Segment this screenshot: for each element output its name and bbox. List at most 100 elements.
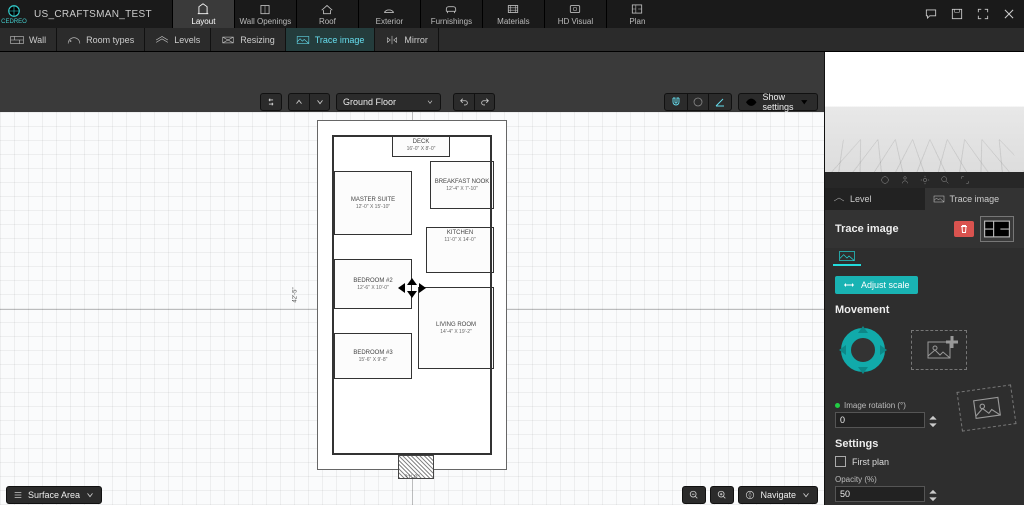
project-title: US_CRAFTSMAN_TEST — [28, 0, 172, 28]
floor-select[interactable]: Ground Floor — [336, 93, 441, 111]
floor-stepper[interactable] — [288, 93, 330, 111]
main-tabs: Layout Wall Openings Roof Exterior Furni… — [172, 0, 668, 28]
panel-subtab-image[interactable] — [833, 248, 861, 266]
snap-magnet-icon[interactable] — [665, 94, 687, 110]
zoom-in-button[interactable] — [710, 486, 734, 504]
overall-depth: 42'-5" — [293, 287, 299, 302]
dpad-left-icon[interactable] — [839, 345, 846, 355]
panel-tab-trace-image[interactable]: Trace image — [925, 188, 1024, 210]
content-row: Ground Floor Show settings — [0, 52, 1024, 505]
first-plan-checkbox[interactable] — [835, 456, 846, 467]
trace-thumbnail[interactable] — [980, 216, 1014, 242]
right-column: Level Trace image Trace image — [824, 52, 1024, 505]
chat-icon[interactable] — [922, 5, 940, 23]
tool-room-types[interactable]: Room types — [57, 28, 145, 51]
panel-tab-level[interactable]: Level — [825, 188, 925, 210]
stepper-down-icon[interactable] — [929, 494, 939, 501]
stepper-up-icon[interactable] — [929, 487, 939, 494]
canvas[interactable]: DECK16'-0" X 8'-0" MASTER SUITE12'-0" X … — [0, 112, 824, 505]
room-breakfast-nook: BREAKFAST NOOK12'-4" X 7'-10" — [430, 161, 494, 209]
chevron-down-icon — [426, 98, 434, 106]
tool-resizing[interactable]: Resizing — [211, 28, 286, 51]
tab-exterior[interactable]: Exterior — [358, 0, 420, 28]
panel-body: Adjust scale Movement — [825, 268, 1024, 505]
preview-person-icon[interactable] — [897, 173, 913, 187]
tool-levels[interactable]: Levels — [145, 28, 211, 51]
redo-button[interactable] — [474, 93, 494, 111]
preview-zoom-icon[interactable] — [937, 173, 953, 187]
close-icon[interactable] — [1000, 5, 1018, 23]
show-settings-button[interactable]: Show settings — [738, 93, 818, 111]
dpad-down-icon[interactable] — [858, 367, 868, 374]
tab-wall-openings[interactable]: Wall Openings — [234, 0, 296, 28]
chevron-down-icon — [801, 490, 811, 500]
preview-orbit-icon[interactable] — [877, 173, 893, 187]
stepper-down-icon[interactable] — [929, 420, 939, 427]
floor-plan-image[interactable]: DECK16'-0" X 8'-0" MASTER SUITE12'-0" X … — [317, 120, 507, 470]
surface-area-button[interactable]: Surface Area — [6, 486, 102, 504]
list-icon — [13, 490, 23, 500]
rotation-thumbnail[interactable] — [956, 384, 1016, 431]
room-bedroom-3: BEDROOM #315'-6" X 9'-8" — [334, 333, 412, 379]
floor-down-icon[interactable] — [309, 93, 329, 111]
tab-layout[interactable]: Layout — [172, 0, 234, 28]
chevron-down-icon — [798, 96, 811, 109]
room-kitchen: KITCHEN11'-0" X 14'-0" — [426, 227, 494, 273]
tab-furnishings[interactable]: Furnishings — [420, 0, 482, 28]
dpad-up-icon[interactable] — [858, 326, 868, 333]
rotation-label: Image rotation (°) — [835, 401, 939, 410]
adjust-scale-button[interactable]: Adjust scale — [835, 276, 918, 294]
tab-roof[interactable]: Roof — [296, 0, 358, 28]
plan-outline: DECK16'-0" X 8'-0" MASTER SUITE12'-0" X … — [332, 135, 492, 455]
first-plan-label: First plan — [852, 457, 889, 467]
snap-toggle-group — [664, 93, 732, 111]
tab-plan[interactable]: Plan — [606, 0, 668, 28]
movement-dpad[interactable] — [835, 322, 891, 378]
opacity-stepper[interactable] — [929, 487, 939, 501]
canvas-bottom-bar: Surface Area Navigate — [0, 485, 824, 505]
rotation-input[interactable] — [835, 412, 925, 428]
tool-mirror[interactable]: Mirror — [375, 28, 439, 51]
opacity-input[interactable] — [835, 486, 925, 502]
zoom-out-button[interactable] — [682, 486, 706, 504]
tab-materials[interactable]: Materials — [482, 0, 544, 28]
stepper-up-icon[interactable] — [929, 413, 939, 420]
preview-toolbar — [825, 172, 1024, 188]
fullscreen-icon[interactable] — [974, 5, 992, 23]
chevron-down-icon — [85, 490, 95, 500]
preview-expand-icon[interactable] — [957, 173, 973, 187]
panel-header: Trace image — [825, 210, 1024, 248]
save-icon[interactable] — [948, 5, 966, 23]
panel-tabs: Level Trace image — [825, 188, 1024, 210]
tool-trace-image[interactable]: Trace image — [286, 28, 376, 51]
tab-hd-visual[interactable]: HD Visual — [544, 0, 606, 28]
delete-trace-button[interactable] — [954, 221, 974, 237]
swap-axes-button[interactable] — [260, 93, 282, 111]
top-right-controls — [916, 0, 1024, 28]
navigate-button[interactable]: Navigate — [738, 486, 818, 504]
overall-width: 31'-0" — [318, 475, 506, 481]
settings-title: Settings — [835, 438, 1014, 450]
add-image-slot[interactable] — [911, 330, 967, 370]
canvas-controls: Ground Floor Show settings — [0, 92, 824, 112]
tool-wall[interactable]: Wall — [0, 28, 57, 51]
top-bar: CEDREO US_CRAFTSMAN_TEST Layout Wall Ope… — [0, 0, 1024, 28]
preview-3d[interactable] — [825, 52, 1024, 172]
room-master: MASTER SUITE12'-0" X 15'-10" — [334, 171, 412, 235]
canvas-area: Ground Floor Show settings — [0, 52, 824, 505]
opacity-label: Opacity (%) — [835, 475, 1014, 484]
room-deck: DECK16'-0" X 8'-0" — [392, 135, 450, 157]
eye-icon — [745, 96, 758, 109]
movement-title: Movement — [835, 304, 1014, 316]
dpad-right-icon[interactable] — [880, 345, 887, 355]
snap-angle-icon[interactable] — [709, 94, 731, 110]
preview-sun-icon[interactable] — [917, 173, 933, 187]
panel-subtabs — [825, 248, 1024, 268]
snap-grid-icon[interactable] — [687, 94, 709, 110]
rotation-stepper[interactable] — [929, 413, 939, 427]
panel-title: Trace image — [835, 223, 899, 235]
undo-redo-group — [453, 93, 495, 111]
floor-up-icon[interactable] — [289, 93, 309, 111]
undo-button[interactable] — [454, 93, 474, 111]
brand-logo[interactable]: CEDREO — [0, 0, 28, 28]
